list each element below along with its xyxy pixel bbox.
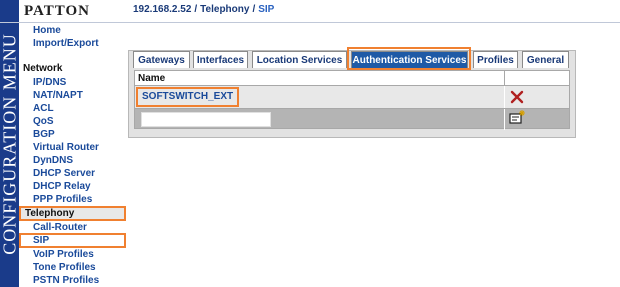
nav-item-dhcp-relay[interactable]: DHCP Relay xyxy=(19,180,126,193)
nav-item-nat-napt[interactable]: NAT/NAPT xyxy=(19,89,126,102)
nav-item-virtual-router[interactable]: Virtual Router xyxy=(19,141,126,154)
breadcrumb-page: SIP xyxy=(258,4,275,15)
tab-location-services[interactable]: Location Services xyxy=(252,51,347,68)
sidebar-nav: Home Import/Export Network IP/DNS NAT/NA… xyxy=(19,23,126,287)
column-separator xyxy=(504,71,505,87)
breadcrumb-separator: / xyxy=(194,4,198,15)
tab-profiles[interactable]: Profiles xyxy=(473,51,518,68)
nav-item-acl[interactable]: ACL xyxy=(19,102,126,115)
breadcrumb: 192.168.2.52/Telephony / SIP xyxy=(133,3,274,17)
column-separator xyxy=(504,86,505,108)
breadcrumb-section[interactable]: Telephony xyxy=(200,4,249,15)
table-header-row: Name xyxy=(134,70,570,87)
nav-item-pstn-profiles[interactable]: PSTN Profiles xyxy=(19,274,126,287)
nav-item-ip-dns[interactable]: IP/DNS xyxy=(19,76,126,89)
tab-interfaces[interactable]: Interfaces xyxy=(193,51,248,68)
nav-item-dyndns[interactable]: DynDNS xyxy=(19,154,126,167)
configuration-menu-banner: CONFIGURATION MENU xyxy=(0,0,19,287)
nav-section-network: Network xyxy=(23,63,63,74)
nav-section-telephony: Telephony xyxy=(19,206,126,221)
breadcrumb-separator: / xyxy=(252,4,256,15)
nav-item-import-export[interactable]: Import/Export xyxy=(19,37,126,50)
new-auth-service-input[interactable] xyxy=(141,112,271,127)
patton-logo: PATTON xyxy=(24,3,91,19)
banner-text: CONFIGURATION MENU xyxy=(0,32,19,255)
table-row: SOFTSWITCH_EXT xyxy=(134,86,570,108)
add-new-icon[interactable] xyxy=(508,109,526,125)
nav-item-tone-profiles[interactable]: Tone Profiles xyxy=(19,261,126,274)
auth-service-name-link[interactable]: SOFTSWITCH_EXT xyxy=(136,87,240,107)
table-row-new xyxy=(134,108,570,130)
column-separator xyxy=(504,109,505,130)
tab-gateways[interactable]: Gateways xyxy=(133,51,190,68)
nav-item-voip-profiles[interactable]: VoIP Profiles xyxy=(19,248,126,261)
nav-item-ppp-profiles[interactable]: PPP Profiles xyxy=(19,193,126,206)
nav-item-qos[interactable]: QoS xyxy=(19,115,126,128)
nav-item-sip[interactable]: SIP xyxy=(19,233,126,248)
nav-item-dhcp-server[interactable]: DHCP Server xyxy=(19,167,126,180)
tab-general[interactable]: General xyxy=(522,51,569,68)
delete-x-icon[interactable] xyxy=(510,90,524,104)
column-header-name: Name xyxy=(138,73,166,84)
breadcrumb-host[interactable]: 192.168.2.52 xyxy=(133,4,191,15)
nav-item-bgp[interactable]: BGP xyxy=(19,128,126,141)
nav-item-home[interactable]: Home xyxy=(19,24,126,37)
active-tab-highlight xyxy=(347,47,471,70)
